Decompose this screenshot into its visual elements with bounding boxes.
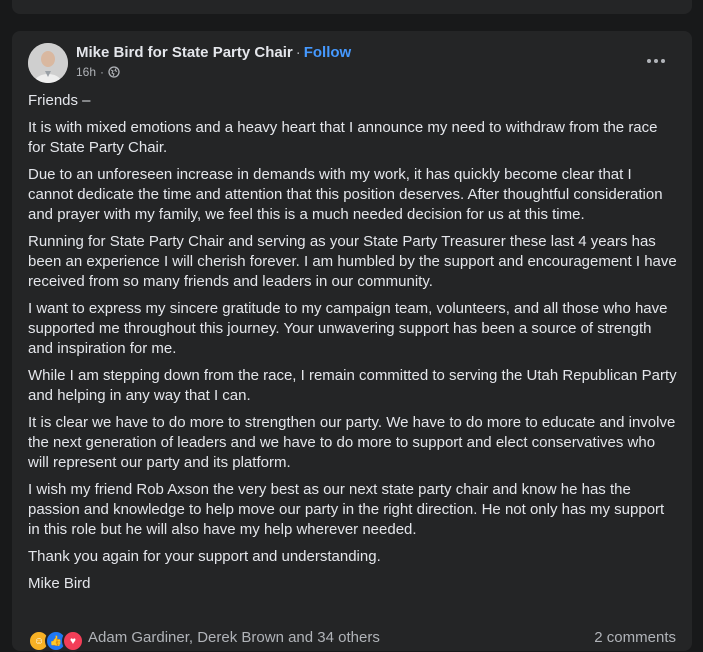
reactions-bar: ☺ 👍 ♥ Adam Gardiner, Derek Brown and 34 … [28, 629, 676, 652]
post-meta: 16h · [76, 65, 120, 79]
avatar-image [28, 43, 68, 83]
follow-button[interactable]: Follow [304, 44, 352, 61]
paragraph: Due to an unforeseen increase in demands… [28, 166, 663, 223]
meta-separator: · [100, 65, 105, 79]
paragraph: I want to express my sincere gratitude t… [28, 300, 668, 357]
post-header: Mike Bird for State Party Chair · Follow 1… [28, 43, 676, 83]
post-body: Friends – It is with mixed emotions and … [28, 91, 678, 601]
previous-post-card [12, 0, 692, 14]
avatar[interactable] [28, 43, 68, 83]
more-options-icon[interactable] [638, 45, 674, 77]
author-line: Mike Bird for State Party Chair · Follow [76, 44, 351, 61]
paragraph: While I am stepping down from the race, … [28, 367, 677, 404]
separator-dot: · [295, 44, 301, 61]
paragraph: Mike Bird [28, 575, 91, 592]
paragraph: It is clear we have to do more to streng… [28, 414, 676, 471]
love-reaction-icon: ♥ [62, 630, 84, 652]
post-time[interactable]: 16h [76, 65, 96, 79]
paragraph: Running for State Party Chair and servin… [28, 233, 677, 290]
author-name[interactable]: Mike Bird for State Party Chair [76, 44, 293, 61]
globe-icon [108, 66, 120, 78]
paragraph: I wish my friend Rob Axson the very best… [28, 481, 665, 538]
reaction-icons[interactable]: ☺ 👍 ♥ [28, 630, 84, 652]
post-card: Mike Bird for State Party Chair · Follow 1… [12, 31, 692, 652]
paragraph: Friends – [28, 92, 91, 109]
paragraph: It is with mixed emotions and a heavy he… [28, 119, 658, 156]
paragraph: Thank you again for your support and und… [28, 548, 381, 565]
